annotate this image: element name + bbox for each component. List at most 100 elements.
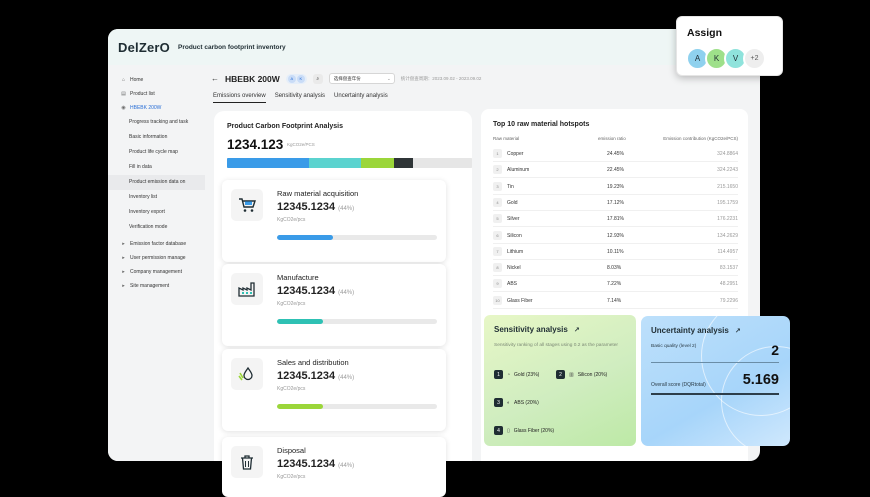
emission-contribution: 83.1537 [719, 265, 738, 272]
search-icon[interactable]: ⌕ [312, 73, 323, 84]
table-row[interactable]: 6 Silicon 12.93% 134.2629 [493, 228, 738, 244]
footprint-total: 1234.123 [227, 137, 284, 152]
basic-quality-value: 2 [771, 342, 779, 358]
basic-quality-label: Basic quality (level 2) [651, 344, 697, 349]
material-name: Gold [507, 199, 518, 206]
rank-badge: 3 [493, 181, 502, 191]
emission-contribution: 114.4957 [717, 248, 738, 255]
rank-badge: 2 [493, 165, 502, 175]
divider [651, 362, 779, 363]
year-select-value: 选择盘查年份 [333, 76, 361, 81]
sidebar-item-company[interactable]: ▸ Company management [108, 265, 205, 279]
table-row[interactable]: 2 Aluminum 22.45% 324.2243 [493, 162, 738, 179]
app-logo: DelZerO [118, 39, 170, 55]
sidebar-sub-item-selected[interactable]: Product emission data on [108, 175, 205, 190]
stage-name: Manufacture [277, 273, 319, 282]
emission-ratio: 17.81% [607, 216, 624, 223]
sidebar-item-product-list[interactable]: ▤ Product list [108, 87, 205, 101]
sensitivity-description: Sensitivity ranking of all stages using … [494, 343, 618, 348]
rank-badge: 3 [494, 398, 503, 407]
year-select[interactable]: 选择盘查年份 ⌄ [328, 73, 395, 84]
back-arrow-icon[interactable]: ← [211, 74, 219, 83]
stage-unit: KgCO2e/pcs [277, 474, 306, 480]
sidebar-sub-item[interactable]: Progress tracking and task [108, 115, 205, 130]
stage-card[interactable]: Raw material acquisition 12345.1234 (44%)… [222, 180, 446, 262]
table-row[interactable]: 5 Silver 17.81% 176.2231 [493, 211, 738, 228]
sidebar-item-home[interactable]: ⌂ Home [108, 73, 205, 87]
emission-ratio: 19.23% [607, 183, 624, 190]
sidebar-sub-item[interactable]: Fill in data [108, 160, 205, 175]
tab-uncertainty-analysis[interactable]: Uncertainty analysis [334, 93, 388, 103]
table-row[interactable]: 7 Lithium 10.11% 114.4957 [493, 244, 738, 260]
table-row[interactable]: 8 Nickel 8.03% 83.1537 [493, 260, 738, 277]
column-header: Raw material [493, 136, 520, 141]
emission-contribution: 195.1759 [717, 199, 738, 206]
sensitivity-card[interactable]: Sensitivity analysis ↗ Sensitivity rankin… [484, 315, 636, 446]
stage-card[interactable]: Manufacture 12345.1234 (44%) KgCO2e/pcs [222, 264, 446, 346]
uncertainty-card[interactable]: Uncertainty analysis ↗ Basic quality (lev… [641, 316, 790, 446]
sidebar-item-emission-factor[interactable]: ▸ Emission factor database [108, 237, 205, 251]
sidebar-sub-item[interactable]: Product life cycle map [108, 145, 205, 160]
sidebar-sub-item[interactable]: Inventory list [108, 190, 205, 205]
factory-icon [231, 273, 263, 305]
hand-drop-icon [231, 358, 263, 390]
top-bar: DelZerO Product carbon footprint invento… [108, 29, 760, 65]
home-icon: ⌂ [121, 76, 126, 83]
more-avatars-badge[interactable]: +2 [743, 47, 766, 70]
stage-card[interactable]: Sales and distribution 12345.1234 (44%) K… [222, 349, 446, 431]
material-name: Nickel [507, 265, 521, 272]
stage-value: 12345.1234 (44%) [277, 285, 355, 297]
table-row[interactable]: 10 Glass Fiber 7.14% 79.2296 [493, 293, 738, 309]
arrow-up-right-icon[interactable]: ↗ [574, 327, 580, 334]
tab-sensitivity-analysis[interactable]: Sensitivity analysis [275, 93, 325, 103]
stage-progress-fill [277, 404, 324, 409]
sensitivity-title: Sensitivity analysis ↗ [494, 325, 580, 334]
sidebar-sub-item[interactable]: Basic information [108, 130, 205, 145]
stage-card[interactable]: Disposal 12345.1234 (44%) KgCO2e/pcs [222, 437, 446, 497]
emission-ratio: 24.45% [607, 151, 624, 157]
rank-badge: 10 [493, 295, 502, 305]
arrow-up-right-icon[interactable]: ↗ [735, 328, 741, 335]
cart-icon [231, 189, 263, 221]
rank-badge: 4 [494, 426, 503, 435]
table-row[interactable]: 3 Tin 19.23% 215.1650 [493, 179, 738, 195]
sidebar-item-label: Site management [130, 283, 170, 289]
material-name: Lithium [507, 248, 524, 255]
avatar-group[interactable]: A K V +2 [686, 47, 766, 70]
stage-progress-bar [277, 319, 437, 324]
tab-emissions-overview[interactable]: Emissions overview [213, 93, 266, 103]
users-icon: ▸ [122, 254, 125, 261]
sidebar-item-site[interactable]: ▸ Site management [108, 279, 205, 293]
footprint-unit: KgCO2e/PCS [287, 142, 315, 147]
stage-name: Disposal [277, 446, 306, 455]
emission-contribution: 324.8864 [717, 151, 738, 157]
table-row[interactable]: 1 Copper 24.45% 324.8864 [493, 146, 738, 162]
emission-ratio: 12.93% [607, 232, 624, 239]
sensitivity-item: 2 ▥ Silicon (20%) [556, 370, 607, 379]
sensitivity-label: Gold (23%) [514, 371, 540, 378]
table-row[interactable]: 4 Gold 17.12% 195.1759 [493, 195, 738, 211]
product-header: ← HBEBK 200W A K ⌕ 选择盘查年份 ⌄ 统计盘查周期：2023.… [211, 73, 481, 84]
sidebar-sub-item[interactable]: Verification mode [108, 220, 205, 235]
material-icon: ◔ [507, 371, 511, 378]
emission-ratio: 8.03% [607, 265, 622, 272]
app-title: Product carbon footprint inventory [177, 43, 286, 51]
sidebar-sub-item[interactable]: Inventory export [108, 205, 205, 220]
list-icon: ▤ [121, 90, 126, 97]
sidebar-item-label: Product list [130, 91, 155, 97]
assign-card[interactable]: Assign A K V +2 [676, 16, 783, 76]
stack-segment [309, 158, 362, 168]
sidebar-item-user-permission[interactable]: ▸ User permission manage [108, 251, 205, 265]
stage-name: Sales and distribution [277, 358, 349, 367]
database-icon: ▸ [122, 240, 125, 247]
stage-value: 12345.1234 (44%) [277, 201, 355, 213]
product-icon: ◉ [121, 104, 126, 111]
member-chips[interactable]: A K [285, 73, 307, 84]
material-name: Silver [507, 216, 520, 223]
material-name: Tin [507, 183, 514, 190]
sidebar-item-label: User permission manage [130, 255, 186, 261]
table-row[interactable]: 9 ABS 7.22% 48.2951 [493, 276, 738, 293]
footprint-title: Product Carbon Footprint Analysis [227, 123, 344, 130]
sensitivity-item: 1 ◔ Gold (23%) [494, 370, 539, 379]
sidebar-item-product[interactable]: ◉ HBEBK 200W [108, 101, 205, 115]
